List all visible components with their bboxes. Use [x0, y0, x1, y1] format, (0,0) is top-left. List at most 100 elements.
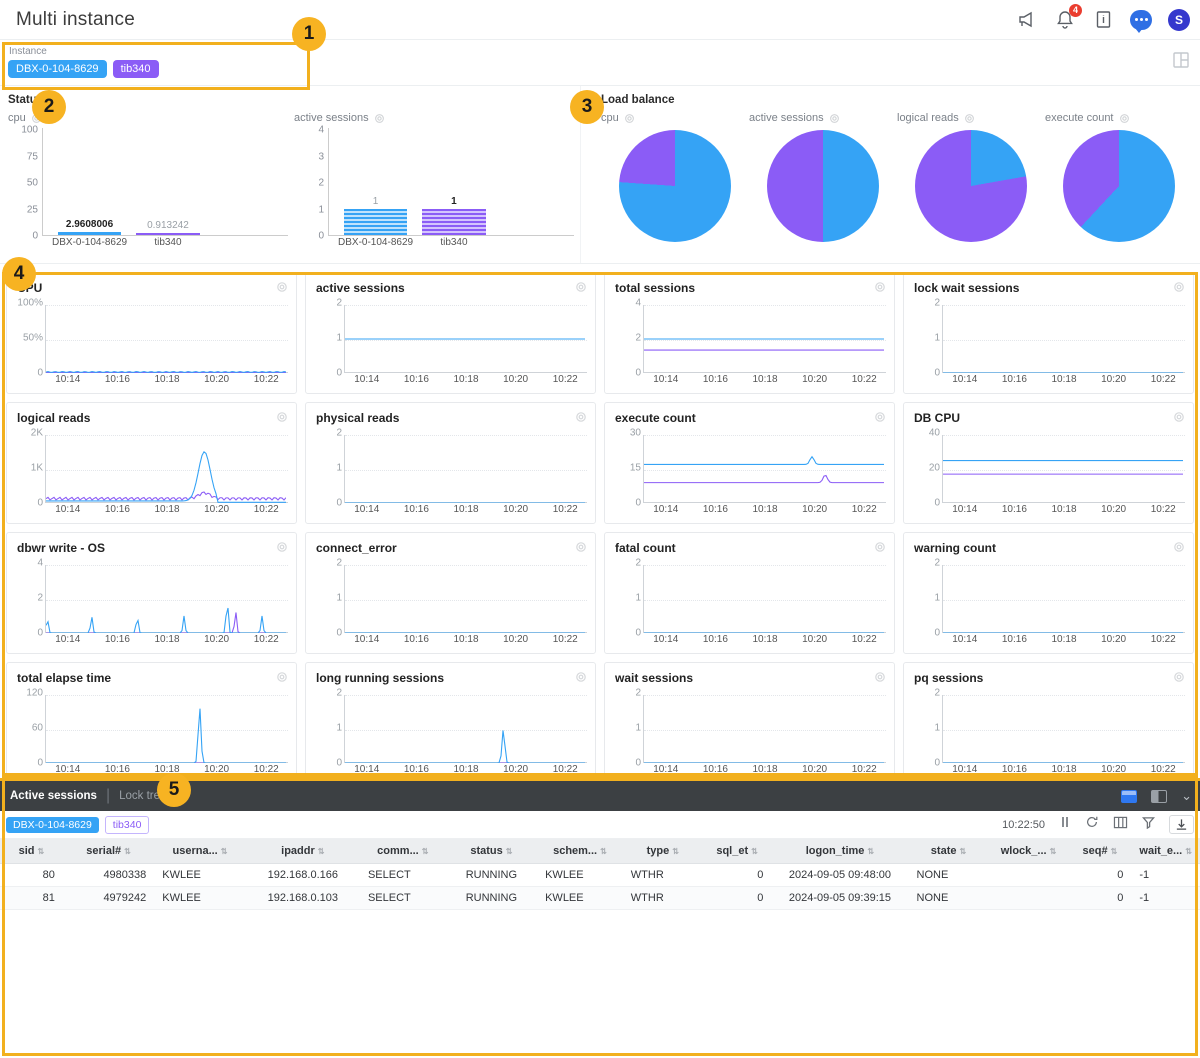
gear-icon[interactable] [964, 113, 975, 124]
sort-icon[interactable]: ⇅ [506, 847, 513, 856]
panel-tag-secondary[interactable]: tib340 [104, 815, 150, 834]
sort-icon[interactable]: ⇅ [318, 847, 325, 856]
layout-split-icon[interactable] [1151, 789, 1168, 803]
sort-icon[interactable]: ⇅ [38, 847, 45, 856]
metric-y-axis: 0 1 2 [312, 558, 344, 639]
gear-icon[interactable] [575, 671, 587, 683]
table-header-command[interactable]: comm... ⇅ [359, 839, 446, 864]
columns-icon[interactable] [1113, 816, 1128, 834]
chat-icon[interactable] [1130, 9, 1152, 33]
metric-card-title: active sessions [316, 281, 405, 295]
gear-icon[interactable] [575, 541, 587, 553]
sort-icon[interactable]: ⇅ [600, 847, 607, 856]
x-tick-label: 10:18 [1051, 374, 1077, 385]
metric-plot: 0 1 2 10:14 10:16 10:18 10:20 10:22 [910, 688, 1185, 779]
filter-icon[interactable] [1141, 816, 1156, 834]
refresh-icon[interactable] [1085, 815, 1099, 834]
metrics-grid-wrap: CPU 0 50% 100% 10:14 10:16 10:18 10:20 10:22 acti… [0, 264, 1200, 784]
cell-status: RUNNING [445, 886, 538, 910]
x-tick-label: 10:22 [1150, 634, 1176, 645]
metric-card: warning count 0 1 2 10:14 10:16 10:18 10:20 10:2… [903, 532, 1194, 654]
sort-icon[interactable]: ⇅ [1111, 847, 1118, 856]
table-header-serial[interactable]: serial# ⇅ [62, 839, 155, 864]
table-header-sql_et[interactable]: sql_et ⇅ [702, 839, 772, 864]
gear-icon[interactable] [874, 541, 886, 553]
table-header-wait_e[interactable]: wait_e... ⇅ [1131, 839, 1200, 864]
header-label: schem... [553, 845, 598, 857]
x-tick-label: 10:20 [1101, 764, 1127, 775]
table-header-wlock[interactable]: wlock_... ⇅ [988, 839, 1069, 864]
instance-tag-primary[interactable]: DBX-0-104-8629 [8, 60, 107, 78]
header-label: userna... [172, 845, 218, 857]
gear-icon[interactable] [575, 281, 587, 293]
pie-lr-title: logical reads [897, 112, 959, 124]
header-label: status [470, 845, 503, 857]
table-row[interactable]: 81 4979242 KWLEE 192.168.0.103 SELECT RUNNING… [0, 886, 1200, 910]
table-row[interactable]: 80 4980338 KWLEE 192.168.0.166 SELECT RUNNING… [0, 863, 1200, 887]
metric-series-area [943, 695, 1183, 763]
info-box-icon[interactable] [1092, 9, 1114, 31]
gear-icon[interactable] [874, 411, 886, 423]
gear-icon[interactable] [1173, 671, 1185, 683]
gear-icon[interactable] [829, 113, 840, 124]
gear-icon[interactable] [874, 281, 886, 293]
metric-y-axis: 0 20 40 [910, 428, 942, 509]
bell-icon[interactable]: 4 [1054, 3, 1082, 31]
x-tick-label: 10:16 [702, 374, 728, 385]
load-balance-section: Load balance cpu active sessions logical… [580, 86, 1200, 263]
gear-icon[interactable] [1119, 113, 1130, 124]
gear-icon[interactable] [575, 411, 587, 423]
table-header-sid[interactable]: sid ⇅ [0, 839, 63, 864]
sort-icon[interactable]: ⇅ [751, 847, 758, 856]
table-header-seq[interactable]: seq# ⇅ [1068, 839, 1132, 864]
metric-card-title: total sessions [615, 281, 696, 295]
sort-icon[interactable]: ⇅ [422, 847, 429, 856]
gear-icon[interactable] [1173, 541, 1185, 553]
megaphone-icon[interactable] [1016, 9, 1038, 31]
sort-icon[interactable]: ⇅ [672, 847, 679, 856]
sort-icon[interactable]: ⇅ [221, 847, 228, 856]
table-header-ipaddr[interactable]: ipaddr ⇅ [245, 839, 360, 864]
table-header-state[interactable]: state ⇅ [908, 839, 989, 864]
table-header-type[interactable]: type ⇅ [622, 839, 703, 864]
sort-icon[interactable]: ⇅ [867, 847, 874, 856]
metric-card-title: CPU [17, 281, 43, 295]
pause-icon[interactable] [1059, 815, 1071, 834]
metric-plot: 0 1 2 10:14 10:16 10:18 10:20 10:22 [910, 298, 1185, 389]
download-button[interactable] [1169, 815, 1194, 834]
table-header-logon_time[interactable]: logon_time ⇅ [771, 839, 909, 864]
metric-series-area [46, 305, 286, 373]
sort-icon[interactable]: ⇅ [124, 847, 131, 856]
tab-active-sessions[interactable]: Active sessions [10, 790, 97, 802]
x-tick-label: 10:20 [802, 764, 828, 775]
metric-y-axis: 0 1 2 [910, 298, 942, 379]
gear-icon[interactable] [276, 671, 288, 683]
gear-icon[interactable] [374, 113, 385, 124]
chevron-down-icon[interactable]: ⌄ [1181, 788, 1192, 804]
metric-series-area [345, 435, 585, 503]
layout-grid-icon[interactable] [1172, 51, 1190, 74]
metric-plot: 0 1 2 10:14 10:16 10:18 10:20 10:22 [312, 688, 587, 779]
gear-icon[interactable] [1173, 281, 1185, 293]
metric-y-axis: 0 2 4 [611, 298, 643, 379]
gear-icon[interactable] [276, 541, 288, 553]
table-header-schema[interactable]: schem... ⇅ [537, 839, 623, 864]
instance-tag-secondary[interactable]: tib340 [112, 60, 159, 78]
table-header-username[interactable]: userna... ⇅ [154, 839, 246, 864]
layout-bottom-icon[interactable] [1121, 789, 1138, 803]
sort-icon[interactable]: ⇅ [1185, 847, 1192, 856]
table-header-status[interactable]: status ⇅ [445, 839, 538, 864]
gear-icon[interactable] [1173, 411, 1185, 423]
sort-icon[interactable]: ⇅ [1050, 847, 1057, 856]
header-label: comm... [377, 845, 419, 857]
gear-icon[interactable] [624, 113, 635, 124]
metric-series-area [46, 565, 286, 633]
x-tick-label: 10:22 [851, 764, 877, 775]
panel-tag-primary[interactable]: DBX-0-104-8629 [6, 816, 99, 833]
gear-icon[interactable] [874, 671, 886, 683]
gear-icon[interactable] [276, 411, 288, 423]
user-avatar[interactable]: S [1168, 8, 1190, 31]
gear-icon[interactable] [276, 281, 288, 293]
instance-filter-label: Instance [9, 46, 47, 57]
sort-icon[interactable]: ⇅ [959, 847, 966, 856]
